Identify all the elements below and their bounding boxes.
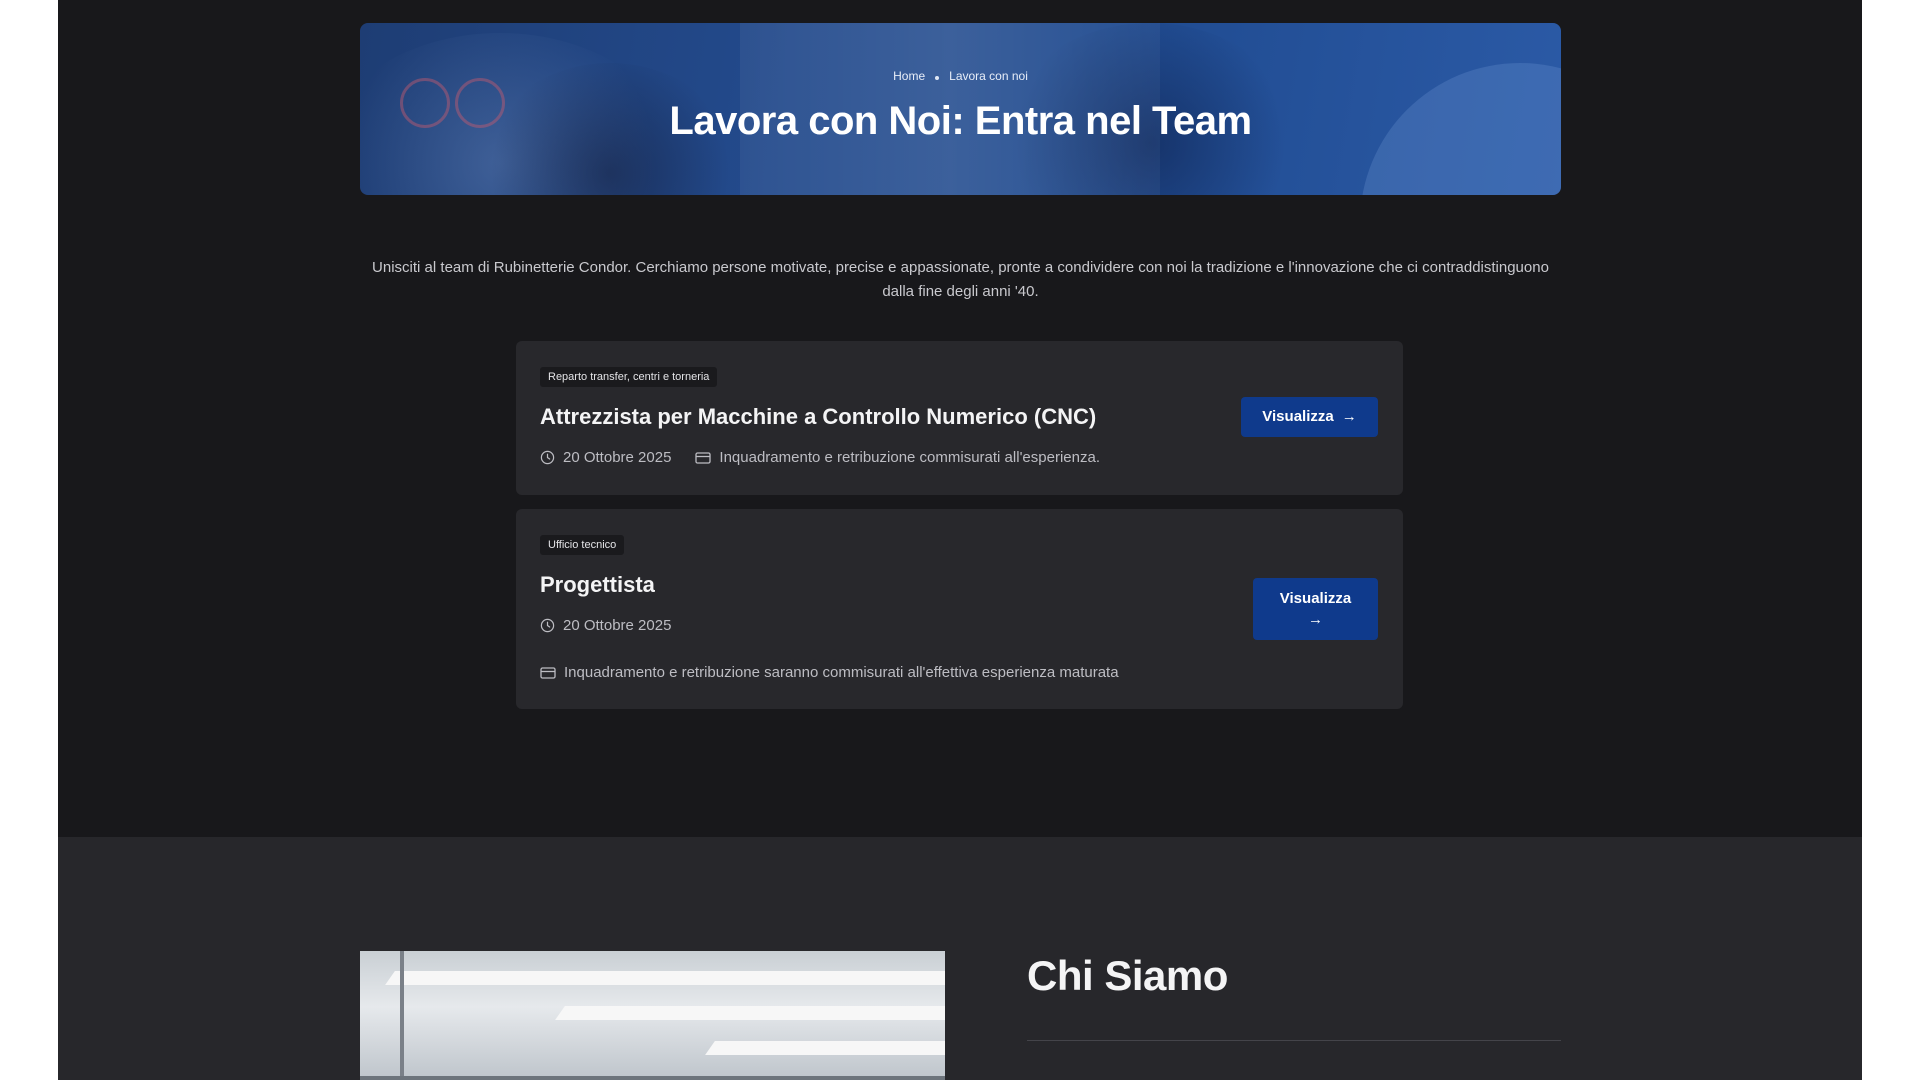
breadcrumb-current: Lavora con noi	[949, 69, 1028, 83]
job-salary-text: Inquadramento e retribuzione saranno com…	[564, 664, 1119, 681]
department-tag: Reparto transfer, centri e torneria	[540, 367, 718, 387]
divider	[1027, 1040, 1561, 1041]
arrow-right-icon: →	[1341, 408, 1357, 425]
job-date: 20 Ottobre 2025	[540, 617, 671, 634]
job-meta-salary: Inquadramento e retribuzione saranno com…	[540, 664, 1143, 681]
job-date: 20 Ottobre 2025	[540, 449, 671, 466]
breadcrumb: Home Lavora con noi	[360, 69, 1561, 83]
factory-ceiling-beam	[705, 1041, 945, 1055]
factory-photo	[360, 951, 945, 1080]
page: Home Lavora con noi Lavora con Noi: Entra…	[58, 0, 1862, 1080]
department-tag: Ufficio tecnico	[540, 535, 625, 555]
clock-icon	[540, 618, 555, 633]
job-salary: Inquadramento e retribuzione saranno com…	[540, 664, 1119, 681]
arrow-right-icon: →	[1308, 611, 1323, 628]
factory-pipe	[400, 951, 404, 1080]
job-card: Ufficio tecnico Progettista 20 Ottobre 2…	[516, 509, 1403, 709]
intro-text: Unisciti al team di Rubinetterie Condor.…	[372, 259, 1549, 300]
job-salary: Inquadramento e retribuzione commisurati…	[695, 449, 1100, 466]
hero-banner: Home Lavora con noi Lavora con Noi: Entra…	[360, 23, 1561, 195]
breadcrumb-home-link[interactable]: Home	[893, 69, 925, 83]
wallet-icon	[695, 451, 712, 464]
job-card: Reparto transfer, centri e torneria Attr…	[516, 341, 1403, 495]
job-date-text: 20 Ottobre 2025	[563, 449, 672, 466]
page-title: Lavora con Noi: Entra nel Team	[669, 99, 1252, 143]
job-title[interactable]: Attrezzista per Macchine a Controllo Num…	[540, 404, 1096, 430]
about-section: Chi Siamo	[58, 837, 1862, 1080]
about-title: Chi Siamo	[1027, 952, 1228, 999]
wallet-icon	[540, 666, 556, 679]
view-job-button[interactable]: Visualizza →	[1241, 397, 1378, 437]
clock-icon	[540, 450, 555, 465]
factory-ceiling-beam	[385, 971, 945, 985]
job-meta: 20 Ottobre 2025 Inquadramento e retribuz…	[540, 449, 1124, 466]
job-title[interactable]: Progettista	[540, 572, 655, 598]
job-date-text: 20 Ottobre 2025	[563, 617, 672, 634]
factory-rail	[360, 1076, 945, 1080]
view-job-button-label: Visualizza	[1279, 590, 1352, 607]
view-job-button[interactable]: Visualizza →	[1253, 578, 1378, 640]
job-meta-date: 20 Ottobre 2025	[540, 617, 695, 634]
factory-ceiling-beam	[555, 1006, 945, 1020]
job-salary-text: Inquadramento e retribuzione commisurati…	[719, 449, 1100, 466]
view-job-button-label: Visualizza	[1262, 408, 1334, 425]
breadcrumb-separator	[935, 75, 940, 80]
